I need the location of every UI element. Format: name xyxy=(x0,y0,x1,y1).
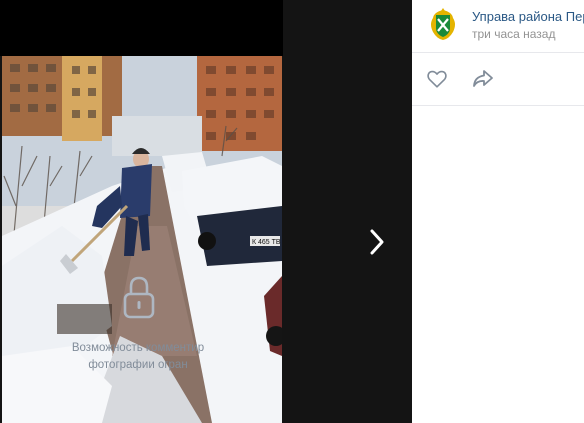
post-header: Управа района Перо три часа назад xyxy=(412,0,584,53)
comments-closed-line-2: фотографии огран xyxy=(88,359,188,371)
post-time[interactable]: три часа назад xyxy=(472,27,555,41)
post-actions xyxy=(412,53,584,106)
lock-icon xyxy=(123,276,155,319)
chevron-right-icon xyxy=(370,229,384,255)
like-button[interactable] xyxy=(426,68,448,90)
post-side-panel: Управа района Перо три часа назад xyxy=(412,0,584,423)
comments-area xyxy=(412,106,584,423)
share-arrow-icon xyxy=(473,70,493,87)
avatar[interactable] xyxy=(425,6,461,42)
next-photo-button[interactable] xyxy=(362,222,392,262)
author-name-link[interactable]: Управа района Перо xyxy=(472,9,584,24)
comments-closed-message: Возможность комментир фотографии огран xyxy=(0,340,276,374)
heart-outline-icon xyxy=(427,70,447,88)
photo-letterbox xyxy=(0,0,283,56)
comments-closed-line-1: Возможность комментир xyxy=(71,342,205,354)
coat-of-arms-icon xyxy=(426,7,460,41)
share-button[interactable] xyxy=(471,68,495,90)
license-plate: К 465 ТВ xyxy=(252,239,281,246)
